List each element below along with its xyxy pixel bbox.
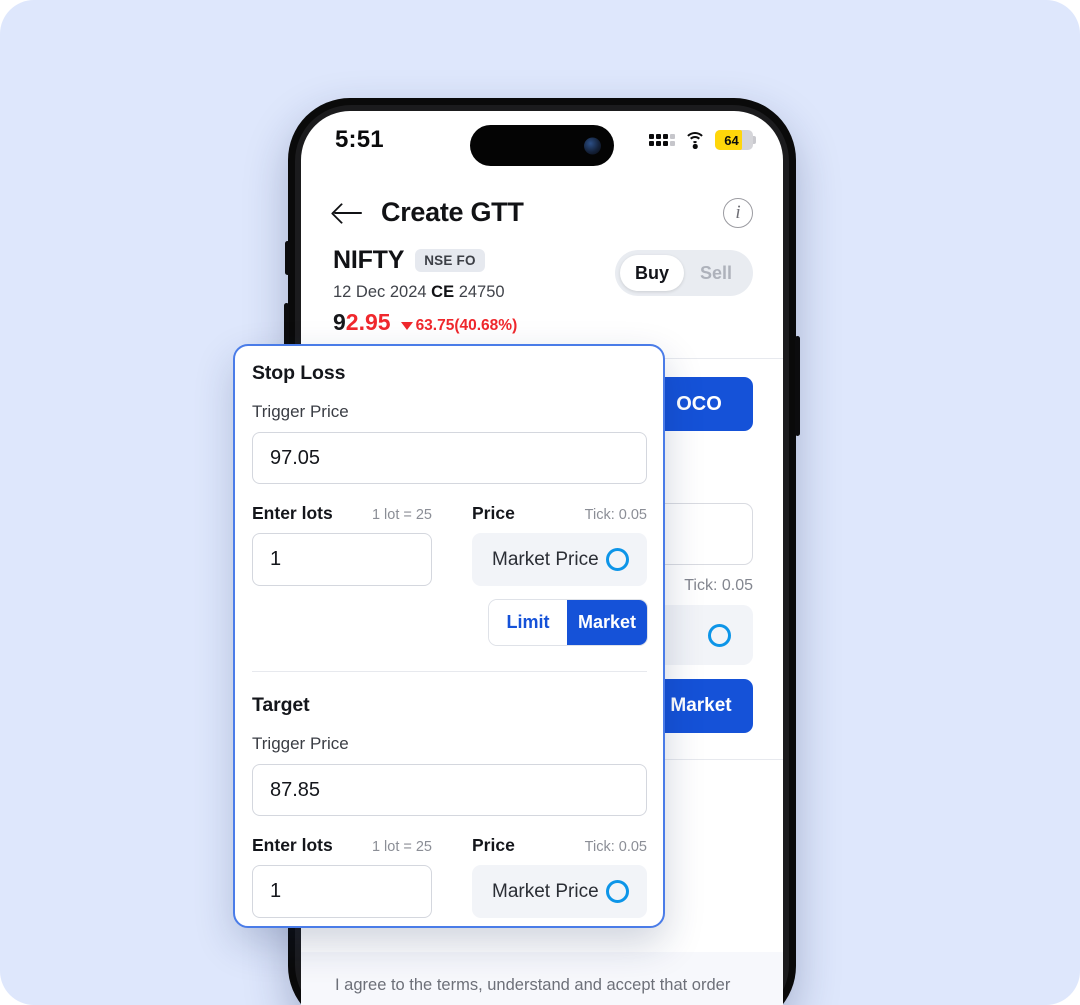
last-traded-price: 92.95 bbox=[333, 309, 391, 336]
instrument-details: NIFTY NSE FO 12 Dec 2024 CE 24750 92.95 bbox=[333, 246, 517, 336]
price-change: 63.75(40.68%) bbox=[400, 317, 518, 335]
stop-loss-trigger-price-label: Trigger Price bbox=[252, 402, 349, 421]
target-lots-hint: 1 lot = 25 bbox=[371, 839, 432, 855]
power-button[interactable] bbox=[795, 336, 800, 436]
stop-loss-title: Stop Loss bbox=[252, 362, 346, 384]
stop-loss-market-price-row[interactable]: Market Price bbox=[472, 533, 647, 586]
stop-loss-trigger-price-input[interactable]: 97.05 bbox=[252, 432, 647, 484]
radio-unselected-icon[interactable] bbox=[606, 880, 629, 903]
battery-icon: 64 bbox=[715, 130, 756, 150]
status-time: 5:51 bbox=[335, 126, 384, 153]
radio-unselected-icon[interactable] bbox=[606, 548, 629, 571]
back-arrow-icon[interactable] bbox=[333, 201, 363, 225]
battery-level: 64 bbox=[724, 132, 739, 148]
stop-loss-segment-wrap: Limit Market bbox=[472, 600, 647, 645]
stop-loss-lots-group: Enter lots 1 lot = 25 1 bbox=[252, 503, 432, 645]
target-trigger-price-label: Trigger Price bbox=[252, 734, 349, 753]
option-type: CE bbox=[431, 283, 455, 301]
ltp-row: 92.95 63.75(40.68%) bbox=[333, 309, 517, 336]
target-market-price-row[interactable]: Market Price bbox=[472, 865, 647, 918]
stop-loss-price-label: Price bbox=[472, 503, 515, 523]
stop-loss-price-head: Price Tick: 0.05 bbox=[472, 503, 647, 524]
terms-text: I agree to the terms, understand and acc… bbox=[335, 976, 731, 995]
stop-loss-market-price-label: Market Price bbox=[492, 548, 599, 570]
stop-loss-lots-hint: 1 lot = 25 bbox=[371, 507, 432, 523]
silent-switch[interactable] bbox=[285, 241, 290, 275]
terms-agreement-bar[interactable]: I agree to the terms, understand and acc… bbox=[301, 952, 783, 1005]
caret-down-icon bbox=[400, 322, 413, 330]
stop-loss-price-group: Price Tick: 0.05 Market Price Limit Mark… bbox=[472, 503, 647, 645]
stop-loss-row: Enter lots 1 lot = 25 1 Price Tick: 0.05… bbox=[252, 503, 647, 645]
ltp-lead-digit: 9 bbox=[333, 309, 346, 335]
sell-option[interactable]: Sell bbox=[684, 255, 748, 291]
target-trigger-price-input[interactable]: 87.85 bbox=[252, 764, 647, 816]
target-price-group: Price Tick: 0.05 Market Price bbox=[472, 835, 647, 918]
stop-loss-limit-option[interactable]: Limit bbox=[489, 600, 567, 645]
header-left: Create GTT bbox=[333, 197, 524, 228]
target-market-price-label: Market Price bbox=[492, 880, 599, 902]
contract-date: 12 Dec 2024 bbox=[333, 283, 427, 301]
cellular-signal-icon bbox=[649, 134, 675, 146]
target-title: Target bbox=[252, 694, 310, 716]
buy-sell-toggle[interactable]: Buy Sell bbox=[615, 250, 753, 296]
radio-unselected-icon[interactable] bbox=[708, 623, 731, 647]
screenshot-canvas: 5:51 64 Create GTT i NIFTY NSE FO 12 Dec… bbox=[0, 0, 1080, 1005]
instrument-symbol: NIFTY bbox=[333, 246, 405, 274]
status-bar: 5:51 64 bbox=[301, 111, 783, 169]
card-divider bbox=[252, 671, 647, 672]
stop-loss-lots-input[interactable]: 1 bbox=[252, 533, 432, 586]
target-tick-hint: Tick: 0.05 bbox=[584, 839, 647, 855]
target-lots-group: Enter lots 1 lot = 25 1 bbox=[252, 835, 432, 918]
stop-loss-lots-label: Enter lots bbox=[252, 503, 333, 523]
target-price-label: Price bbox=[472, 835, 515, 855]
stop-loss-lots-head: Enter lots 1 lot = 25 bbox=[252, 503, 432, 524]
gtt-overlay-card: Stop Loss Trigger Price 97.05 Enter lots… bbox=[233, 344, 665, 928]
contract-line: 12 Dec 2024 CE 24750 bbox=[333, 283, 517, 302]
symbol-row: NIFTY NSE FO bbox=[333, 246, 517, 275]
dynamic-island bbox=[470, 125, 614, 166]
wifi-icon bbox=[684, 131, 706, 149]
target-lots-input[interactable]: 1 bbox=[252, 865, 432, 918]
target-price-head: Price Tick: 0.05 bbox=[472, 835, 647, 856]
info-icon[interactable]: i bbox=[723, 197, 753, 228]
page-title: Create GTT bbox=[381, 197, 524, 227]
stop-loss-order-type-segment[interactable]: Limit Market bbox=[489, 600, 647, 645]
buy-option[interactable]: Buy bbox=[620, 255, 684, 291]
instrument-summary: NIFTY NSE FO 12 Dec 2024 CE 24750 92.95 bbox=[301, 228, 783, 336]
front-camera-icon bbox=[584, 137, 601, 154]
exchange-badge: NSE FO bbox=[415, 249, 485, 272]
ltp-remainder: 2.95 bbox=[345, 309, 391, 335]
stop-loss-market-option[interactable]: Market bbox=[567, 600, 647, 645]
price-change-value: 63.75(40.68%) bbox=[415, 317, 518, 334]
stop-loss-tick-hint: Tick: 0.05 bbox=[584, 507, 647, 523]
target-lots-head: Enter lots 1 lot = 25 bbox=[252, 835, 432, 856]
app-header: Create GTT i bbox=[301, 169, 783, 228]
strike-price: 24750 bbox=[458, 283, 505, 301]
target-lots-label: Enter lots bbox=[252, 835, 333, 855]
status-indicators: 64 bbox=[649, 130, 756, 150]
target-row: Enter lots 1 lot = 25 1 Price Tick: 0.05… bbox=[252, 835, 647, 918]
